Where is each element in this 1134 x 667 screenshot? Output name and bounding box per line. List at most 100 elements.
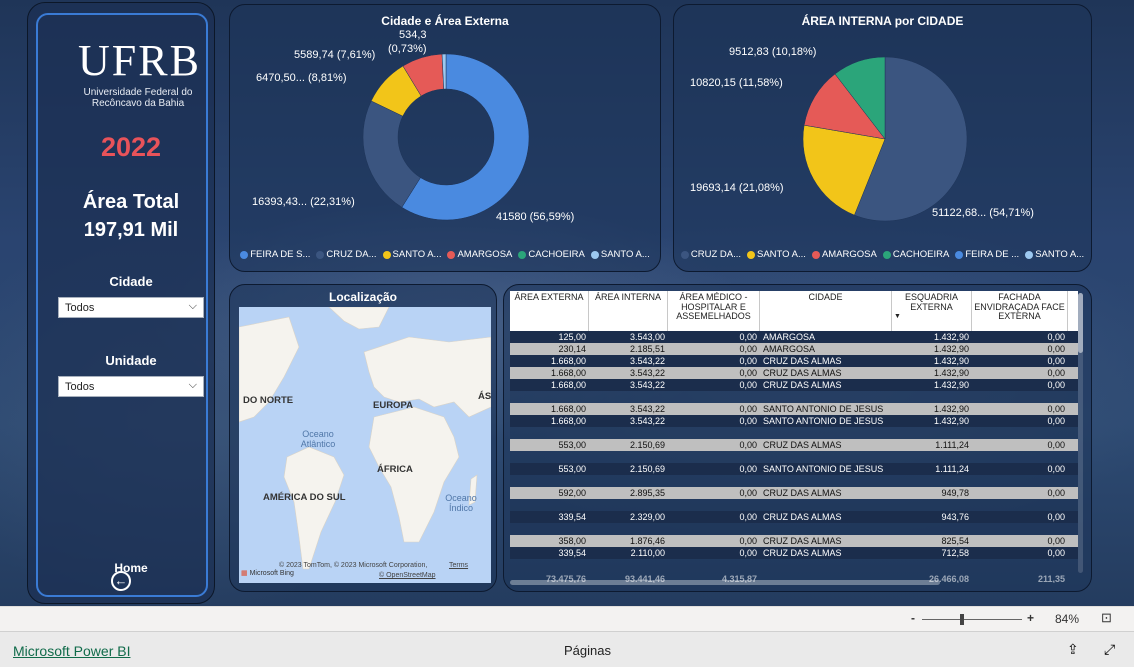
share-icon[interactable]: ⇪ xyxy=(1067,641,1079,658)
table-cell xyxy=(972,523,1068,535)
table-cell: 0,00 xyxy=(739,464,757,474)
table-row[interactable]: 358,00 1.876,46 0,00 CRUZ DAS ALMAS 825,54 0,… xyxy=(510,535,1078,547)
table-row[interactable]: 1.668,00 3.543,22 0,00 CRUZ DAS ALMAS 1.432,… xyxy=(510,379,1078,391)
table-row[interactable]: 1.668,00 3.543,22 0,00 CRUZ DAS ALMAS 1.432,… xyxy=(510,355,1078,367)
ocean-label: Oceano Atlântico xyxy=(300,429,336,449)
legend-item[interactable]: AMARGOSA xyxy=(811,249,877,260)
legend-item[interactable]: FEIRA DE S... xyxy=(240,249,310,260)
legend-item[interactable]: SANTO A... xyxy=(590,249,650,260)
sort-desc-icon: ▼ xyxy=(894,313,901,320)
table-row[interactable]: 339,54 2.329,00 0,00 CRUZ DAS ALMAS 943,76 0,… xyxy=(510,511,1078,523)
table-row[interactable]: 592,00 2.895,35 0,00 CRUZ DAS ALMAS 949,78 0,… xyxy=(510,487,1078,499)
table-cell: 3.543,22 xyxy=(629,356,665,366)
table-cell: CRUZ DAS ALMAS xyxy=(763,536,842,546)
unidade-filter-dropdown[interactable]: Todos ⌵ xyxy=(58,376,204,397)
legend-item[interactable]: SANTO A... xyxy=(382,249,441,260)
fullscreen-icon[interactable]: ⤢ xyxy=(1104,641,1115,658)
data-label: 41580 (56,59%) xyxy=(496,211,575,223)
legend-dot-icon xyxy=(955,250,964,259)
cidade-filter-dropdown[interactable]: Todos ⌵ xyxy=(58,297,204,318)
table-cell: 0,00 xyxy=(1047,488,1065,498)
chart-legend: FEIRA DE S... CRUZ DA... SANTO A... AMARGOS… xyxy=(230,249,660,260)
zoom-slider-thumb[interactable] xyxy=(960,614,964,625)
legend-label: CACHOEIRA xyxy=(892,249,950,260)
table-row[interactable]: 1.668,00 3.543,22 0,00 CRUZ DAS ALMAS 1.432,… xyxy=(510,367,1078,379)
table-cell: 2.110,00 xyxy=(630,548,665,558)
chevron-down-icon: ⌵ xyxy=(188,379,197,391)
column-header[interactable]: FACHADA ENVIDRAÇADA FACE EXTERNA xyxy=(972,291,1068,331)
table-cell: 1.432,90 xyxy=(933,332,969,342)
column-header[interactable]: ÁREA INTERNA xyxy=(589,291,668,331)
map-title: Localização xyxy=(328,290,398,304)
table-cell xyxy=(892,499,972,511)
table-cell xyxy=(510,523,589,535)
world-map[interactable]: DO NORTE EUROPA ÁS ÁFRICA AMÉRICA DO SUL… xyxy=(239,307,491,583)
scroll-thumb[interactable] xyxy=(1078,293,1083,353)
horizontal-scrollbar[interactable] xyxy=(510,580,940,585)
table-row[interactable]: 553,00 2.150,69 0,00 CRUZ DAS ALMAS 1.111,24… xyxy=(510,439,1078,451)
table-cell xyxy=(668,391,760,403)
table-cell: 825,54 xyxy=(941,536,969,546)
back-arrow-icon[interactable]: ← xyxy=(111,571,131,591)
legend-item[interactable]: SANTO A... xyxy=(1025,249,1084,260)
osm-link[interactable]: © OpenStreetMap xyxy=(379,572,436,579)
zoom-slider[interactable] xyxy=(922,619,1022,620)
data-table: ÁREA EXTERNA ÁREA INTERNA ÁREA MÉDICO - … xyxy=(510,291,1080,583)
table-cell: 3.543,22 xyxy=(629,368,665,378)
pages-button[interactable]: Páginas xyxy=(564,643,611,658)
donut-chart-panel: Cidade e Área Externa 534,3 (0,73%) 5589… xyxy=(229,4,661,272)
table-row[interactable]: 125,00 3.543,00 0,00 AMARGOSA 1.432,90 0,00 xyxy=(510,331,1078,343)
table-cell: 0,00 xyxy=(739,368,757,378)
table-cell: 3.543,22 xyxy=(629,416,665,426)
table-row[interactable]: 553,00 2.150,69 0,00 SANTO ANTONIO DE JESUS… xyxy=(510,463,1078,475)
column-header[interactable]: CIDADE xyxy=(760,291,892,331)
legend-item[interactable]: CACHOEIRA xyxy=(882,249,950,260)
table-cell xyxy=(972,499,1068,511)
legend-item[interactable]: CRUZ DA... xyxy=(680,249,741,260)
column-header[interactable]: ESQUADRIA EXTERNA ▼ xyxy=(892,291,972,331)
report-canvas: UFRB Universidade Federal do Recôncavo d… xyxy=(0,0,1134,606)
column-header[interactable]: ÁREA MÉDICO - HOSPITALAR E ASSEMELHADOS xyxy=(668,291,760,331)
column-header[interactable]: ÁREA EXTERNA xyxy=(510,291,589,331)
legend-item[interactable]: AMARGOSA xyxy=(447,249,512,260)
map-terms-link[interactable]: Terms xyxy=(449,562,468,569)
legend-item[interactable]: SANTO A... xyxy=(747,249,806,260)
table-cell: 2.185,51 xyxy=(629,344,665,354)
table-cell: 1.111,24 xyxy=(935,440,969,450)
table-row xyxy=(510,475,1078,487)
table-row[interactable]: 230,14 2.185,51 0,00 AMARGOSA 1.432,90 0,00 xyxy=(510,343,1078,355)
zoom-bar: - + 84% ⊡ xyxy=(0,606,1134,631)
legend-item[interactable]: FEIRA DE ... xyxy=(955,249,1019,260)
legend-dot-icon xyxy=(447,250,456,259)
table-cell: 0,00 xyxy=(739,512,757,522)
table-cell: 1.668,00 xyxy=(550,368,586,378)
table-cell: 2.150,69 xyxy=(629,440,665,450)
zoom-out-button[interactable]: - xyxy=(911,611,915,625)
legend-dot-icon xyxy=(590,250,599,259)
chart-legend: CRUZ DA... SANTO A... AMARGOSA CACHOEIRA FEI… xyxy=(674,249,1091,260)
table-row[interactable]: 1.668,00 3.543,22 0,00 SANTO ANTONIO DE JES… xyxy=(510,403,1078,415)
table-cell: 1.668,00 xyxy=(550,356,586,366)
table-cell xyxy=(972,451,1068,463)
legend-item[interactable]: CRUZ DA... xyxy=(316,249,377,260)
power-bi-link[interactable]: Microsoft Power BI xyxy=(13,643,130,659)
home-label: Home xyxy=(114,561,148,575)
table-cell: 0,00 xyxy=(1047,548,1065,558)
table-row[interactable]: 1.668,00 3.543,22 0,00 SANTO ANTONIO DE JES… xyxy=(510,415,1078,427)
vertical-scrollbar[interactable] xyxy=(1078,293,1083,573)
table-row[interactable]: 339,54 2.110,00 0,00 CRUZ DAS ALMAS 712,58 0,… xyxy=(510,547,1078,559)
legend-item[interactable]: CACHOEIRA xyxy=(518,249,585,260)
fit-to-page-icon[interactable]: ⊡ xyxy=(1101,610,1112,626)
table-cell: 1.668,00 xyxy=(550,416,586,426)
table-cell: CRUZ DAS ALMAS xyxy=(763,440,842,450)
table-cell: 0,00 xyxy=(1047,440,1065,450)
table-cell: 1.432,90 xyxy=(933,344,969,354)
table-cell: 0,00 xyxy=(739,440,757,450)
zoom-in-button[interactable]: + xyxy=(1027,611,1034,625)
table-cell: 553,00 xyxy=(558,464,586,474)
table-cell: 0,00 xyxy=(739,356,757,366)
pie-slice-cruz-da[interactable] xyxy=(362,100,421,208)
table-cell: AMARGOSA xyxy=(763,332,816,342)
table-cell: 2.895,35 xyxy=(629,488,665,498)
table-cell: 339,54 xyxy=(558,512,586,522)
